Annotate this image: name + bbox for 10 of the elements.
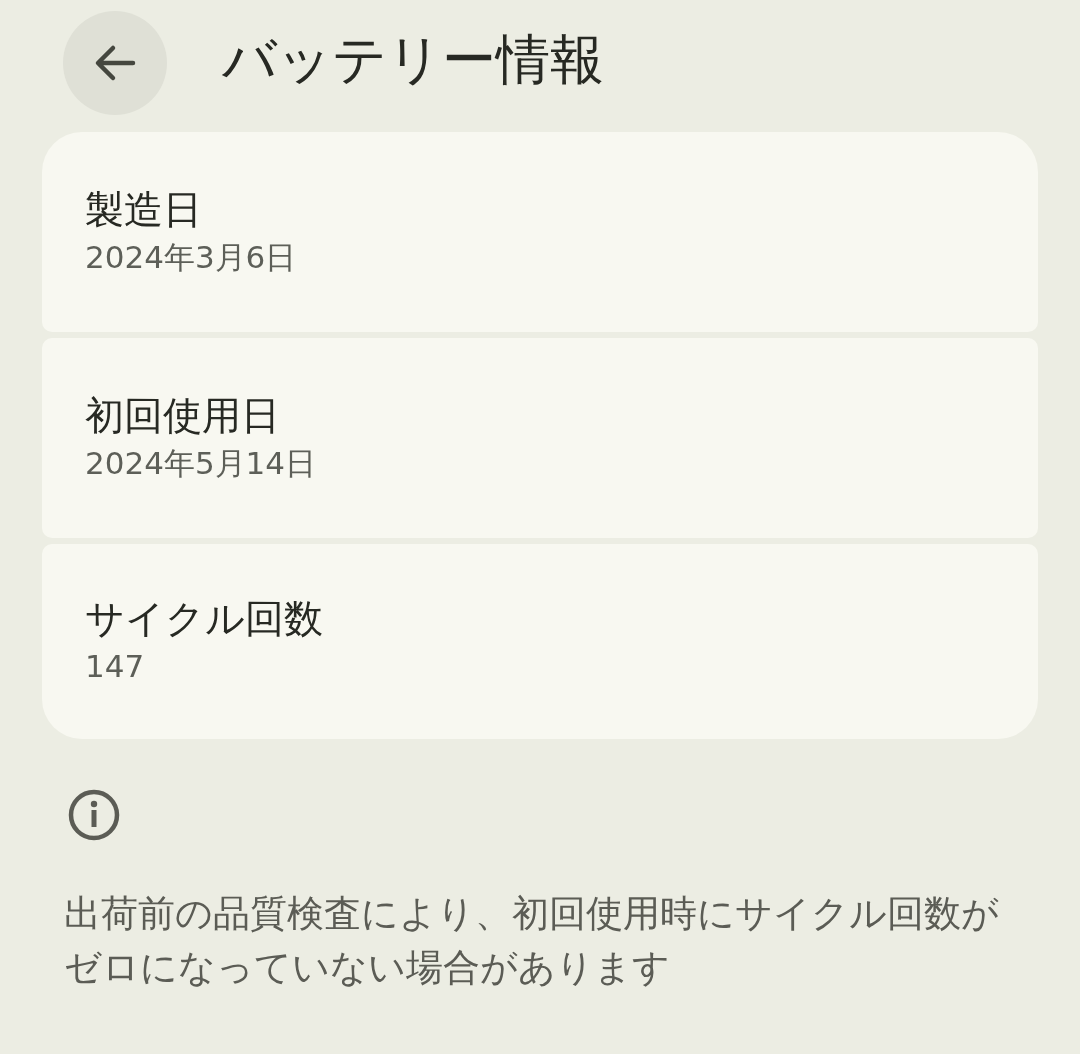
- item-label: 初回使用日: [85, 392, 280, 438]
- item-label: サイクル回数: [85, 596, 323, 642]
- item-value: 2024年5月14日: [85, 444, 317, 481]
- item-value: 2024年3月6日: [85, 238, 297, 275]
- info-icon: [66, 787, 122, 843]
- back-arrow-icon: [93, 43, 137, 83]
- item-label: 製造日: [85, 186, 202, 232]
- page-title: バッテリー情報: [222, 26, 604, 93]
- note-text: 出荷前の品質検査により、初回使用時にサイクル回数がゼロになっていない場合があります: [64, 891, 1000, 991]
- item-value: 147: [85, 648, 145, 685]
